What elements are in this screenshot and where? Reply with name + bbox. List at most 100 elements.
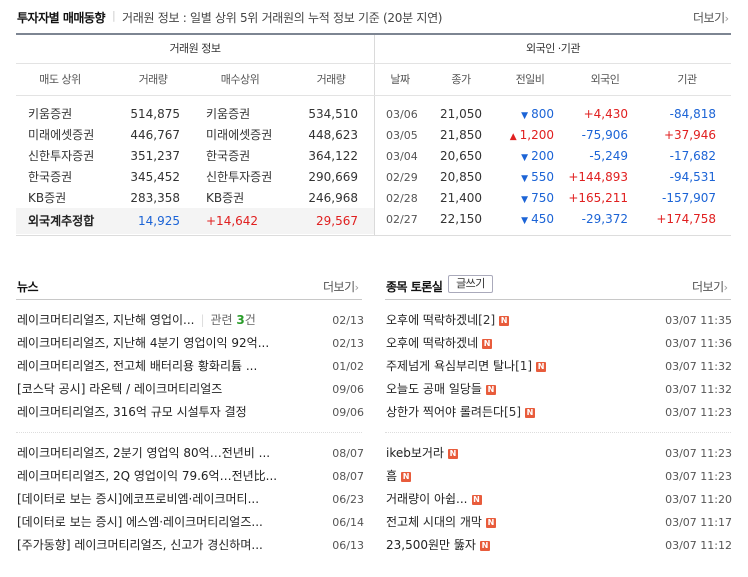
change-value: 750 [531,191,554,205]
board-post-datetime: 03/07 11:32 [665,383,732,396]
news-title-link[interactable]: [코스닥 공시] 라온텍 / 레이크머티리얼즈 [17,382,222,396]
news-date: 08/07 [332,470,364,483]
news-date: 01/02 [332,360,364,373]
broker-buy-volume: 448,623 [308,128,358,142]
foreign-date: 02/28 [386,192,418,205]
chevron-right-icon: › [723,281,728,294]
related-suffix: 건 [244,313,256,327]
broker-buy[interactable]: KB증권 [206,188,244,209]
broker-sell-volume: 351,237 [130,149,180,163]
foreign-close: 22,150 [440,212,482,226]
broker-sell-volume: 345,452 [130,170,180,184]
board-post: 거래량이 아쉽... N [386,489,656,510]
broker-buy[interactable]: 신한투자증권 [206,167,272,188]
news-title-link[interactable]: 레이크머티리얼즈, 지난해 4분기 영업이익 92억... [17,336,269,350]
foreign-header: 외국인 ·기관 [525,42,581,55]
news-title-link[interactable]: 레이크머티리얼즈, 316억 규모 시설투자 결정 [17,405,247,419]
foreign-net: -5,249 [589,149,628,163]
news-divider [16,299,362,300]
broker-sell[interactable]: 키움증권 [28,104,72,125]
board-post-title-link[interactable]: 전고체 시대의 개막 [386,515,482,529]
foreign-close: 20,850 [440,170,482,184]
foreign-net: +144,893 [568,170,628,184]
board-post-title-link[interactable]: 주제넘게 욕심부리면 탈나 [386,359,515,373]
news-item: 레이크머티리얼즈, 지난해 영업이... | 관련 3건 [17,310,363,331]
board-more-link[interactable]: 더보기› [692,278,728,295]
news-item: 레이크머티리얼즈, 2분기 영업익 80억…전년비 ... [17,443,363,464]
news-title-link[interactable]: [데이터로 보는 증시]에코프로비엠·레이크머티... [17,492,259,506]
broker-sell[interactable]: 미래에셋증권 [28,125,94,146]
board-section-title: 종목 토론실 [386,280,443,294]
new-badge-icon: N [471,494,482,505]
chevron-right-icon: › [354,281,359,294]
news-title-link[interactable]: 레이크머티리얼즈, 2Q 영업이익 79.6억…전년比... [17,469,277,483]
broker-sell[interactable]: 한국증권 [28,167,72,188]
board-post-datetime: 03/07 11:23 [665,447,732,460]
board-post-datetime: 03/07 11:23 [665,406,732,419]
board-post: 23,500원만 뚫자 N [386,535,656,556]
col-buy-volume: 거래량 [316,73,346,86]
foreign-change: ▼ 800 [500,104,554,125]
new-badge-icon: N [485,517,496,528]
news-group-divider [16,432,362,433]
new-badge-icon: N [536,361,547,372]
board-post-title-link[interactable]: ikeb보거라 [386,446,444,460]
news-date: 08/07 [332,447,364,460]
news-date: 06/23 [332,493,364,506]
change-value: 200 [531,149,554,163]
news-date: 06/14 [332,516,364,529]
foreign-date: 03/05 [386,129,418,142]
broker-buy[interactable]: 키움증권 [206,104,250,125]
board-post-title-link[interactable]: 거래량이 아쉽... [386,492,468,506]
new-badge-icon: N [525,407,536,418]
investor-section-title: 투자자별 매매동향 [17,11,106,25]
institution-net: -157,907 [662,191,716,205]
foreign-close: 20,650 [440,149,482,163]
news-title-link[interactable]: 레이크머티리얼즈, 지난해 영업이... [17,313,194,327]
news-title-link[interactable]: [데이터로 보는 증시] 에스엠·레이크머티리얼즈... [17,515,263,529]
board-post-title-link[interactable]: 상한가 찍어야 롤려든다 [386,405,504,419]
comment-count: [5] [504,405,522,419]
board-post: 오후에 떡락하겠네 N [386,333,656,354]
broker-buy[interactable]: 한국증권 [206,146,250,167]
write-button[interactable]: 글쓰기 [448,275,493,293]
news-item: 레이크머티리얼즈, 2Q 영업이익 79.6억…전년比... [17,466,363,487]
change-value: 550 [531,170,554,184]
foreign-close: 21,850 [440,128,482,142]
foreign-close: 21,050 [440,107,482,121]
board-post-title-link[interactable]: 23,500원만 뚫자 [386,538,476,552]
news-date: 02/13 [332,337,364,350]
foreign-date: 02/27 [386,213,418,226]
news-more-link[interactable]: 더보기› [323,278,359,295]
news-date: 02/13 [332,314,364,327]
new-badge-icon: N [485,384,496,395]
board-post-title-link[interactable]: 오늘도 공매 일당들 [386,382,482,396]
board-post: 주제넘게 욕심부리면 탈나[1] N [386,356,656,377]
new-badge-icon: N [401,471,412,482]
new-badge-icon: N [479,540,490,551]
board-post-title-link[interactable]: 오후에 떡락하겠네 [386,336,478,350]
news-title-link[interactable]: 레이크머티리얼즈, 전고체 배터리용 황화리튬 ... [17,359,257,373]
related-news-link[interactable]: | 관련 3건 [200,313,255,327]
down-arrow-icon: ▼ [521,216,529,226]
broker-buy[interactable]: 미래에셋증권 [206,125,272,146]
foreign-change: ▲ 1,200 [500,125,554,146]
broker-buy-volume: 290,669 [308,170,358,184]
board-post: 흠N [386,466,656,487]
board-post-title-link[interactable]: 흠 [386,469,397,483]
news-item: [데이터로 보는 증시] 에스엠·레이크머티리얼즈... [17,512,363,533]
down-arrow-icon: ▼ [521,111,529,121]
news-date: 09/06 [332,406,364,419]
foreign-change: ▼ 450 [500,209,554,230]
news-title-link[interactable]: [주가동향] 레이크머티리얼즈, 신고가 경신하며... [17,538,263,552]
news-title-link[interactable]: 레이크머티리얼즈, 2분기 영업익 80억…전년비 ... [17,446,270,460]
board-post-datetime: 03/07 11:36 [665,337,732,350]
foreign-net: +165,211 [568,191,628,205]
broker-sell[interactable]: 신한투자증권 [28,146,94,167]
board-post-datetime: 03/07 11:12 [665,539,732,552]
broker-sell[interactable]: KB증권 [28,188,66,209]
board-post-title-link[interactable]: 오후에 떡락하겠네 [386,313,478,327]
board-post-datetime: 03/07 11:32 [665,360,732,373]
investor-more-link[interactable]: 더보기› [693,9,729,26]
broker-sell-volume: 283,358 [130,191,180,205]
